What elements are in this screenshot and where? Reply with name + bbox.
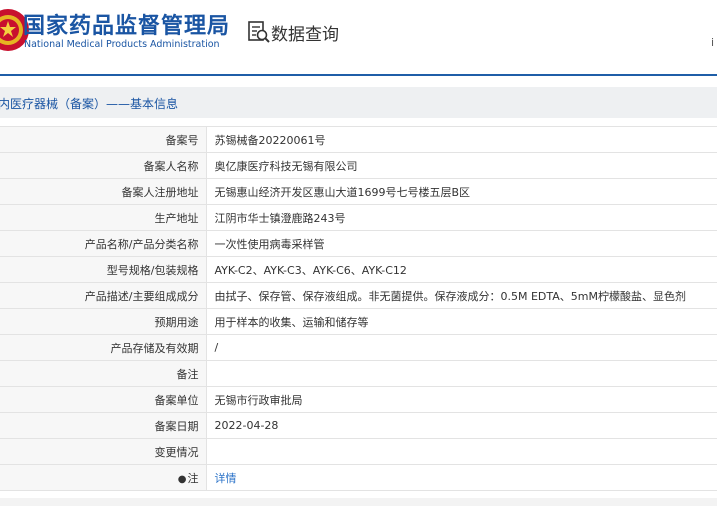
row-value: AYK-C2、AYK-C3、AYK-C6、AYK-C12: [206, 256, 717, 283]
row-label: 产品名称/产品分类名称: [0, 230, 207, 257]
table-row: 备注: [0, 360, 717, 387]
row-label: 备案人名称: [0, 152, 207, 179]
header-edge-text[interactable]: i: [711, 36, 714, 49]
basic-info-table: 备案号 苏锡械备20220061号 备案人名称 奥亿康医疗科技无锡有限公司 备案…: [0, 126, 717, 491]
row-value: 无锡市行政审批局: [206, 386, 717, 413]
row-value: 用于样本的收集、运输和储存等: [206, 308, 717, 335]
row-value: 苏锡械备20220061号: [206, 126, 717, 153]
row-label-text: 注: [187, 471, 199, 485]
site-subtitle-en: National Medical Products Administration: [24, 39, 220, 50]
row-value: [206, 360, 717, 387]
row-label: 生产地址: [0, 204, 207, 231]
row-label: 产品描述/主要组成成分: [0, 282, 207, 309]
row-label: 变更情况: [0, 438, 207, 465]
row-value: 2022-04-28: [206, 412, 717, 439]
details-link[interactable]: 详情: [215, 472, 237, 485]
table-row: 备案单位 无锡市行政审批局: [0, 386, 717, 413]
row-label: 备注: [0, 360, 207, 387]
site-title[interactable]: 国家药品监督管理局: [23, 8, 230, 40]
row-label: 备案号: [0, 126, 207, 153]
table-row: 预期用途 用于样本的收集、运输和储存等: [0, 308, 717, 335]
row-value: 一次性使用病毒采样管: [206, 230, 717, 257]
table-row: 型号规格/包装规格 AYK-C2、AYK-C3、AYK-C6、AYK-C12: [0, 256, 717, 283]
row-value: /: [206, 334, 717, 361]
row-value: 奥亿康医疗科技无锡有限公司: [206, 152, 717, 179]
table-row: 备案日期 2022-04-28: [0, 412, 717, 439]
table-row: 生产地址 江阴市华士镇澄鹿路243号: [0, 204, 717, 231]
data-query-link[interactable]: 数据查询: [271, 20, 339, 45]
row-label: 备案日期: [0, 412, 207, 439]
row-label: 产品存储及有效期: [0, 334, 207, 361]
row-label: 备案人注册地址: [0, 178, 207, 205]
page-bottom-band: [0, 498, 717, 506]
row-label-note: ●注: [0, 464, 207, 491]
row-value: 无锡惠山经济开发区惠山大道1699号七号楼五层B区: [206, 178, 717, 205]
row-label: 预期用途: [0, 308, 207, 335]
row-value: 由拭子、保存管、保存液组成。非无菌提供。保存液成分：0.5M EDTA、5mM柠…: [206, 282, 717, 309]
table-row: 产品名称/产品分类名称 一次性使用病毒采样管: [0, 230, 717, 257]
row-value: 江阴市华士镇澄鹿路243号: [206, 204, 717, 231]
table-row: 变更情况: [0, 438, 717, 465]
table-row: 备案人注册地址 无锡惠山经济开发区惠山大道1699号七号楼五层B区: [0, 178, 717, 205]
table-row: ●注 详情: [0, 464, 717, 491]
table-row: 备案号 苏锡械备20220061号: [0, 126, 717, 153]
row-label: 型号规格/包装规格: [0, 256, 207, 283]
row-label: 备案单位: [0, 386, 207, 413]
site-header: 国家药品监督管理局 National Medical Products Admi…: [0, 0, 717, 76]
table-row: 备案人名称 奥亿康医疗科技无锡有限公司: [0, 152, 717, 179]
row-value: 详情: [206, 464, 717, 491]
section-header: 内医疗器械（备案）——基本信息: [0, 87, 717, 118]
data-query-icon: [248, 21, 270, 43]
header-divider: [0, 74, 717, 76]
table-row: 产品存储及有效期 /: [0, 334, 717, 361]
location-pin-icon: ●: [177, 473, 187, 485]
table-row: 产品描述/主要组成成分 由拭子、保存管、保存液组成。非无菌提供。保存液成分：0.…: [0, 282, 717, 309]
row-value: [206, 438, 717, 465]
section-title: 内医疗器械（备案）——基本信息: [0, 97, 179, 111]
